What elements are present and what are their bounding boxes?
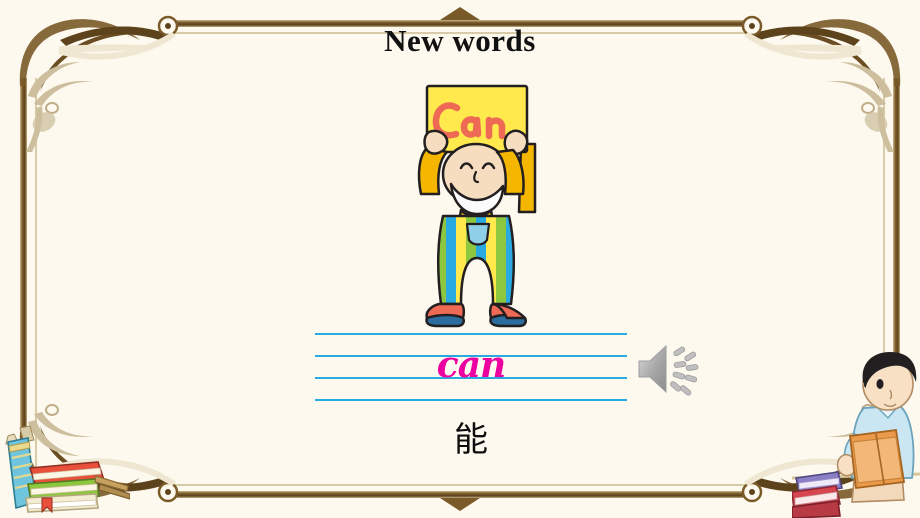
speaker-icon[interactable] [636,340,700,398]
word-meaning: 能 [454,420,488,460]
slide-canvas: New words can 能 [0,0,920,518]
rule-line-1 [315,333,627,335]
rule-line-4 [315,399,627,401]
vocabulary-word: can [436,344,506,386]
boy-reading-book-decoration [791,352,920,518]
flourish-bottom-left [19,404,179,503]
four-line-writing-paper: can [315,333,627,401]
flourish-bottom-right [741,404,901,503]
cartoon-man-holding-sign-illustration [409,82,559,328]
stack-of-books-decoration [0,424,131,518]
page-title: New words [384,23,536,58]
